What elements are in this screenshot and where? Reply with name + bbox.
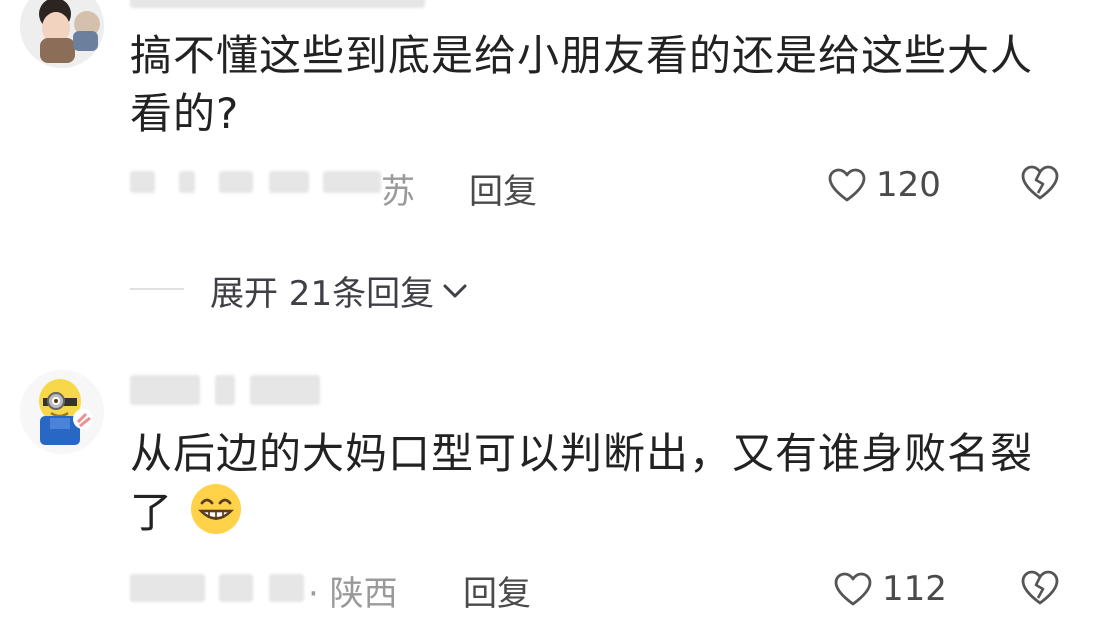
masked-meta xyxy=(269,171,309,193)
chevron-down-icon xyxy=(443,284,467,297)
expand-replies-button[interactable]: 展开 21条回复 xyxy=(210,266,470,315)
grinning-face-emoji xyxy=(190,483,242,535)
reply-button[interactable]: 回复 xyxy=(463,566,531,615)
masked-meta xyxy=(179,171,195,193)
broken-heart-icon xyxy=(1021,165,1059,200)
location-text: 苏 xyxy=(381,172,415,212)
masked-meta xyxy=(269,574,304,602)
masked-meta xyxy=(323,171,381,193)
dislike-button[interactable] xyxy=(1021,570,1059,610)
masked-meta xyxy=(130,574,205,602)
like-button[interactable]: 120 xyxy=(828,165,941,205)
comment-text: 搞不懂这些到底是给小朋友看的还是给这些大人看的? xyxy=(130,31,1034,138)
expand-replies-label: 展开 21条回复 xyxy=(210,274,435,314)
heart-outline-icon xyxy=(834,572,872,606)
username-masked xyxy=(215,375,235,405)
username-masked xyxy=(130,0,425,8)
broken-heart-icon xyxy=(1021,570,1059,605)
username-masked xyxy=(130,375,200,405)
divider xyxy=(130,288,184,290)
masked-meta xyxy=(130,171,155,193)
avatar[interactable] xyxy=(20,370,104,454)
location-text: · 陕西 xyxy=(308,574,398,614)
reply-button[interactable]: 回复 xyxy=(469,164,537,213)
masked-meta xyxy=(219,574,253,602)
like-button[interactable]: 112 xyxy=(834,569,947,609)
masked-meta xyxy=(219,171,253,193)
heart-outline-icon xyxy=(828,168,866,202)
comment-text: 从后边的大妈口型可以判断出，又有谁身败名裂了 xyxy=(130,425,1040,542)
like-count: 112 xyxy=(882,569,947,609)
username-masked xyxy=(250,375,320,405)
comment-body: 从后边的大妈口型可以判断出，又有谁身败名裂了 xyxy=(130,429,1034,537)
avatar[interactable] xyxy=(20,0,104,68)
like-count: 120 xyxy=(876,165,941,205)
dislike-button[interactable] xyxy=(1021,165,1059,205)
